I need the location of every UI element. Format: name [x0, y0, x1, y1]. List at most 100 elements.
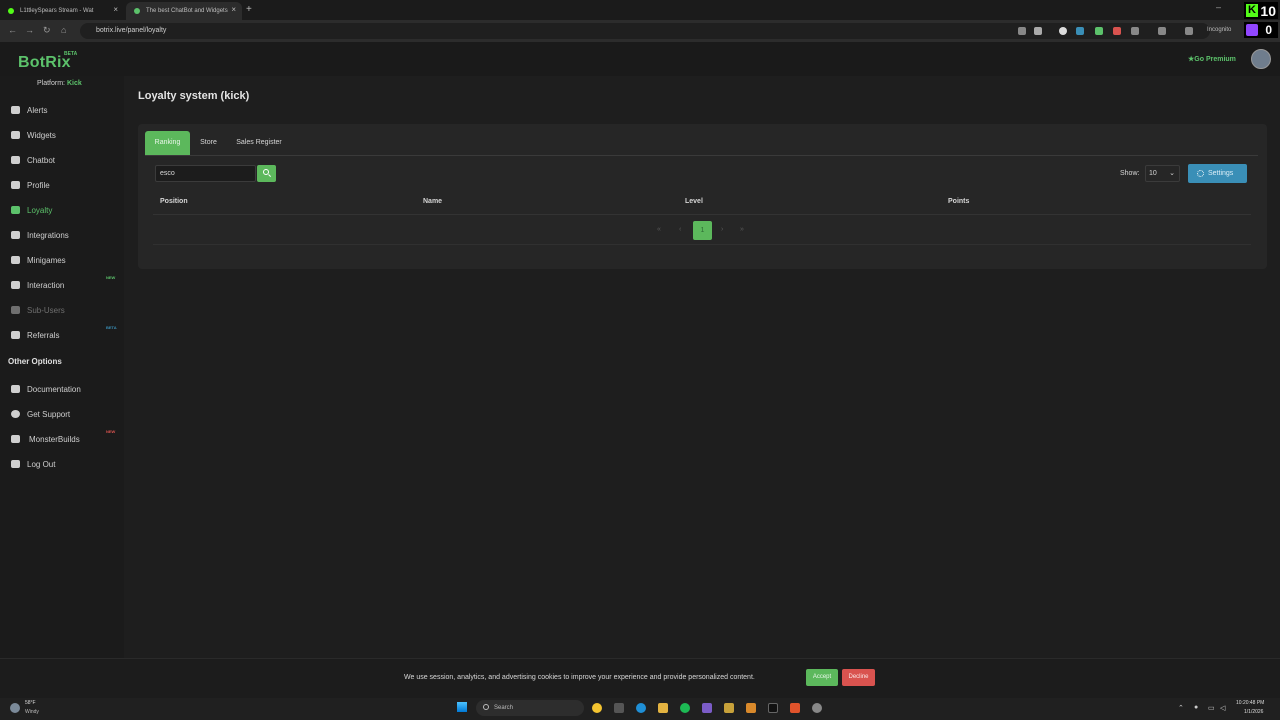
bell-icon [11, 106, 20, 114]
column-header-name[interactable]: Name [423, 198, 442, 205]
sidebar-item-label: Sub-Users [27, 306, 65, 315]
brave-icon[interactable] [790, 703, 800, 713]
sidebar-item-interaction[interactable]: Interaction NEW [0, 275, 124, 295]
sidebar-item-loyalty[interactable]: Loyalty [0, 200, 124, 220]
sidebar-item-label: Interaction [27, 281, 65, 290]
page-size-select[interactable]: 10 ⌄ [1145, 165, 1180, 182]
kick-viewer-count: 10 [1260, 2, 1276, 19]
column-header-level[interactable]: Level [685, 198, 703, 205]
volume-icon[interactable]: ◁ [1220, 704, 1225, 712]
extension-icon[interactable] [1095, 27, 1103, 35]
sidebar-item-alerts[interactable]: Alerts [0, 100, 124, 120]
clock-time[interactable]: 10:20:48 PM [1236, 700, 1264, 706]
avatar[interactable] [1251, 49, 1271, 69]
windows-start-icon[interactable] [457, 702, 467, 712]
sidebar-item-label: Chatbot [27, 156, 56, 165]
clock-date[interactable]: 1/1/2026 [1244, 709, 1263, 715]
close-tab-icon[interactable]: × [231, 5, 236, 14]
app-icon[interactable] [702, 703, 712, 713]
botrix-favicon-icon [134, 8, 140, 14]
column-header-points[interactable]: Points [948, 198, 969, 205]
sidebar-item-widgets[interactable]: Widgets [0, 125, 124, 145]
browser-tab-stream[interactable]: L1ttleySpears Stream - Wat × [0, 2, 124, 20]
incognito-indicator[interactable]: Incognito [1207, 27, 1231, 33]
decline-cookies-button[interactable]: Decline [842, 669, 875, 686]
sidebar-item-monsterbuilds[interactable]: MonsterBuilds NEW [0, 429, 124, 449]
page-1-button[interactable]: 1 [693, 221, 712, 240]
sidebar-item-label: Log Out [27, 460, 56, 469]
prev-page-button[interactable]: ‹ [679, 226, 681, 233]
back-icon[interactable]: ← [8, 25, 17, 35]
home-icon[interactable]: ⌂ [61, 25, 66, 35]
sidebar-item-label: Widgets [27, 131, 56, 140]
twitch-viewer-badge: 0 [1244, 22, 1278, 38]
sidebar-item-minigames[interactable]: Minigames [0, 250, 124, 270]
browser-tab-botrix[interactable]: The best ChatBot and Widgets × [126, 2, 242, 20]
app-icon[interactable] [746, 703, 756, 713]
settings-button[interactable]: Settings [1188, 164, 1247, 183]
sidebar-item-integrations[interactable]: Integrations [0, 225, 124, 245]
sidebar-item-log-out[interactable]: Log Out [0, 454, 124, 474]
tab-ranking[interactable]: Ranking [145, 131, 190, 155]
chrome-icon[interactable] [592, 703, 602, 713]
beta-badge: BETA [64, 51, 78, 57]
weather-condition[interactable]: Windy [25, 709, 39, 715]
sidebar-item-referrals[interactable]: Referrals BETA [0, 325, 124, 345]
app-icon[interactable] [724, 703, 734, 713]
star-icon[interactable] [1034, 27, 1042, 35]
new-tab-icon[interactable]: + [246, 4, 252, 15]
logout-icon [11, 460, 20, 468]
browser-tab-strip: L1ttleySpears Stream - Wat × The best Ch… [0, 0, 1280, 20]
sidebar-item-label: Documentation [27, 385, 81, 394]
weather-temperature[interactable]: 58°F [25, 700, 36, 706]
extension-icon[interactable] [1113, 27, 1121, 35]
last-page-button[interactable]: » [740, 226, 744, 233]
extension-icon[interactable] [1059, 27, 1067, 35]
task-view-icon[interactable] [614, 703, 624, 713]
profile-icon [11, 181, 20, 189]
extension-icon[interactable] [1076, 27, 1084, 35]
side-panel-icon[interactable] [1158, 27, 1166, 35]
platform-label: Platform: [37, 80, 66, 87]
search-button[interactable] [257, 165, 276, 182]
eye-off-icon[interactable] [1018, 27, 1026, 35]
spotify-icon[interactable] [680, 703, 690, 713]
sidebar-item-documentation[interactable]: Documentation [0, 379, 124, 399]
file-explorer-icon[interactable] [658, 703, 668, 713]
beta-badge: BETA [106, 325, 117, 330]
taskbar-search-placeholder: Search [494, 705, 514, 711]
weather-icon[interactable] [10, 703, 20, 713]
kick-viewer-badge: K 10 [1244, 2, 1278, 19]
edge-icon[interactable] [636, 703, 646, 713]
column-header-position[interactable]: Position [160, 198, 188, 205]
microphone-icon[interactable]: ● [1194, 704, 1198, 711]
tab-sales-register[interactable]: Sales Register [228, 131, 290, 155]
loyalty-card [138, 124, 1267, 269]
next-page-button[interactable]: › [721, 226, 723, 233]
search-input[interactable] [155, 165, 256, 182]
reload-icon[interactable]: ↻ [43, 25, 51, 36]
app-icon[interactable] [812, 703, 822, 713]
sidebar-item-profile[interactable]: Profile [0, 175, 124, 195]
kick-favicon-icon [8, 8, 14, 14]
sidebar-item-get-support[interactable]: Get Support [0, 404, 124, 424]
download-icon[interactable] [1185, 27, 1193, 35]
network-icon[interactable]: ▭ [1208, 704, 1215, 712]
terminal-icon[interactable] [768, 703, 778, 713]
browser-toolbar: ← → ↻ ⌂ botrix.live/panel/loyalty Incogn… [0, 20, 1280, 42]
minimize-window-icon[interactable]: – [1216, 2, 1221, 12]
forward-icon[interactable]: → [25, 25, 34, 35]
close-tab-icon[interactable]: × [113, 5, 118, 14]
sidebar-item-sub-users[interactable]: Sub-Users [0, 300, 124, 320]
sidebar-item-chatbot[interactable]: Chatbot [0, 150, 124, 170]
kick-logo-icon: K [1246, 4, 1258, 17]
tab-store[interactable]: Store [194, 131, 223, 155]
botrix-logo[interactable]: BotRix [18, 54, 71, 72]
go-premium-link[interactable]: ★Go Premium [1188, 55, 1236, 63]
extensions-puzzle-icon[interactable] [1131, 27, 1139, 35]
tray-chevron-icon[interactable]: ⌃ [1178, 704, 1184, 712]
taskbar-search[interactable]: Search [476, 700, 584, 716]
table-bottom-divider [153, 244, 1251, 245]
first-page-button[interactable]: « [657, 226, 661, 233]
accept-cookies-button[interactable]: Accept [806, 669, 838, 686]
